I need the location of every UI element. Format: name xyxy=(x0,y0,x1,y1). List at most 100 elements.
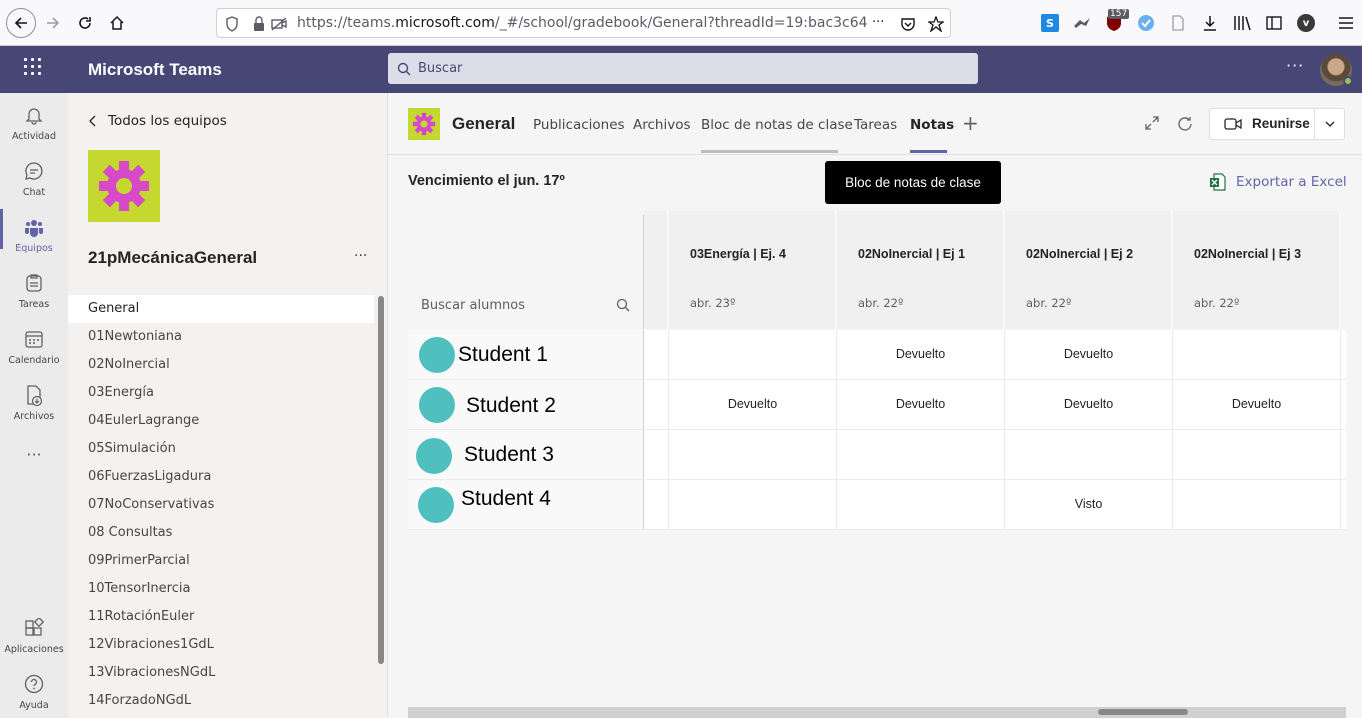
team-more-options-icon[interactable]: ··· xyxy=(354,248,367,264)
grade-cell[interactable] xyxy=(669,480,837,529)
grade-cell[interactable]: Devuelto xyxy=(1173,380,1341,429)
camera-permission-icon[interactable] xyxy=(271,16,287,36)
grade-cell[interactable]: Visto xyxy=(1005,480,1173,529)
pocket-icon[interactable] xyxy=(900,16,916,36)
address-bar[interactable]: https://teams.microsoft.com/_#/school/gr… xyxy=(216,8,951,38)
grade-cell[interactable] xyxy=(669,330,837,379)
download-icon[interactable] xyxy=(1201,14,1219,32)
grade-cell[interactable]: Devuelto xyxy=(669,380,837,429)
search-icon[interactable] xyxy=(616,298,630,312)
reload-icon[interactable] xyxy=(70,8,100,38)
refresh-icon[interactable] xyxy=(1176,115,1194,137)
assignment-title: 02NoInercial | Ej 3 xyxy=(1194,247,1302,261)
grade-cell xyxy=(644,380,669,429)
extension-checkmark-icon[interactable] xyxy=(1137,14,1155,32)
forward-arrow-icon[interactable] xyxy=(38,8,68,38)
channel-item[interactable]: General xyxy=(68,295,374,323)
sidebar-icon[interactable] xyxy=(1265,14,1283,32)
apps-icon xyxy=(25,618,44,636)
profile-v-icon[interactable]: v xyxy=(1297,14,1315,32)
rail-item-calendario[interactable]: Calendario xyxy=(0,321,68,377)
rail-item-ayuda[interactable]: Ayuda xyxy=(0,666,68,718)
rail-item-chat[interactable]: Chat xyxy=(0,153,68,209)
student-cell[interactable]: Student 1 xyxy=(408,330,644,379)
tab-notas[interactable]: Notas xyxy=(910,117,954,133)
assignment-column-header[interactable]: 02NoInercial | Ej 3 abr. 22º xyxy=(1173,211,1340,329)
channel-item[interactable]: 04EulerLagrange xyxy=(68,407,374,435)
page-actions-icon[interactable]: ··· xyxy=(872,15,884,30)
grade-cell[interactable]: Devuelto xyxy=(1005,330,1173,379)
add-tab-icon[interactable]: + xyxy=(962,111,979,135)
channel-item[interactable]: 01Newtoniana xyxy=(68,323,374,351)
channel-item[interactable]: 09PrimerParcial xyxy=(68,547,374,575)
grade-cell[interactable] xyxy=(1173,480,1341,529)
assignment-column-header[interactable]: 02NoInercial | Ej 1 abr. 22º xyxy=(837,211,1004,329)
tab-tareas[interactable]: Tareas xyxy=(854,117,897,133)
channel-item[interactable]: 11RotaciónEuler xyxy=(68,603,374,631)
grade-cell[interactable] xyxy=(837,480,1005,529)
tab-archivos[interactable]: Archivos xyxy=(633,117,691,133)
channel-list: General 01Newtoniana 02NoInercial 03Ener… xyxy=(68,295,374,715)
more-options-icon[interactable]: ··· xyxy=(1286,56,1304,75)
horizontal-scrollbar[interactable] xyxy=(408,707,1346,718)
grade-cell[interactable] xyxy=(1173,330,1341,379)
channel-item[interactable]: 14ForzadoNGdL xyxy=(68,687,374,715)
horizontal-scrollbar-thumb[interactable] xyxy=(1098,709,1188,715)
channel-item[interactable]: 10TensorInercia xyxy=(68,575,374,603)
library-icon[interactable] xyxy=(1233,14,1251,32)
grade-cell[interactable] xyxy=(837,430,1005,479)
rail-item-aplicaciones[interactable]: Aplicaciones xyxy=(0,610,68,666)
grade-cell[interactable] xyxy=(669,430,837,479)
assignments-icon xyxy=(26,274,42,292)
browser-toolbar: https://teams.microsoft.com/_#/school/gr… xyxy=(0,0,1362,46)
rail-item-equipos[interactable]: Equipos xyxy=(0,209,68,265)
grade-cell[interactable]: Devuelto xyxy=(837,380,1005,429)
channel-item[interactable]: 07NoConservativas xyxy=(68,491,374,519)
student-cell[interactable]: Student 4 xyxy=(408,480,644,529)
reader-icon[interactable] xyxy=(1169,14,1187,32)
back-arrow-icon[interactable] xyxy=(6,8,36,38)
student-search-input[interactable]: Buscar alumnos xyxy=(421,298,525,313)
grade-cell xyxy=(644,330,669,379)
lock-icon[interactable] xyxy=(253,16,265,36)
ublock-badge: 157 xyxy=(1108,9,1130,19)
home-icon[interactable] xyxy=(102,8,132,38)
student-cell[interactable]: Student 3 xyxy=(408,430,644,479)
assignment-column-header[interactable]: 02NoInercial | Ej 2 abr. 22º xyxy=(1005,211,1172,329)
expand-icon[interactable] xyxy=(1144,115,1160,135)
shield-icon[interactable] xyxy=(225,16,239,36)
rail-label: Equipos xyxy=(15,243,53,254)
all-teams-link[interactable]: Todos los equipos xyxy=(88,113,227,129)
table-row: Student 3 xyxy=(408,430,1346,480)
channel-item[interactable]: 06FuerzasLigadura xyxy=(68,463,374,491)
search-input[interactable]: Buscar xyxy=(388,53,978,84)
extension-s-icon[interactable]: S xyxy=(1041,14,1059,32)
channel-list-scrollbar[interactable] xyxy=(378,296,384,664)
tab-publicaciones[interactable]: Publicaciones xyxy=(533,117,625,133)
extension-bird-icon[interactable] xyxy=(1073,14,1091,32)
channel-item[interactable]: 02NoInercial xyxy=(68,351,374,379)
rail-item-archivos[interactable]: Archivos xyxy=(0,377,68,433)
channel-item[interactable]: 13VibracionesNGdL xyxy=(68,659,374,687)
channel-item[interactable]: 08 Consultas xyxy=(68,519,374,547)
channel-item[interactable]: 12Vibraciones1GdL xyxy=(68,631,374,659)
bookmark-star-icon[interactable] xyxy=(927,15,945,36)
grade-cell[interactable]: Devuelto xyxy=(837,330,1005,379)
tab-bloc-de-notas[interactable]: Bloc de notas de clase xyxy=(701,117,853,133)
channel-item[interactable]: 05Simulación xyxy=(68,435,374,463)
assignment-column-header[interactable]: 03Energía | Ej. 4 abr. 23º xyxy=(669,211,836,329)
grade-cell[interactable]: Devuelto xyxy=(1005,380,1173,429)
rail-item-actividad[interactable]: Actividad xyxy=(0,97,68,153)
rail-item-tareas[interactable]: Tareas xyxy=(0,265,68,321)
menu-hamburger-icon[interactable] xyxy=(1337,14,1355,32)
channel-item[interactable]: 03Energía xyxy=(68,379,374,407)
export-excel-link[interactable]: Exportar a Excel xyxy=(1210,173,1347,191)
url-scheme: https://teams. xyxy=(297,15,396,31)
app-launcher-icon[interactable] xyxy=(24,58,44,78)
grade-cell[interactable] xyxy=(1005,430,1173,479)
chevron-down-icon[interactable] xyxy=(1325,120,1335,128)
student-cell[interactable]: Student 2 xyxy=(408,380,644,429)
rail-more-apps-icon[interactable]: ··· xyxy=(0,443,68,471)
grade-cell[interactable] xyxy=(1173,430,1341,479)
meet-button[interactable]: Reunirse xyxy=(1209,108,1345,140)
